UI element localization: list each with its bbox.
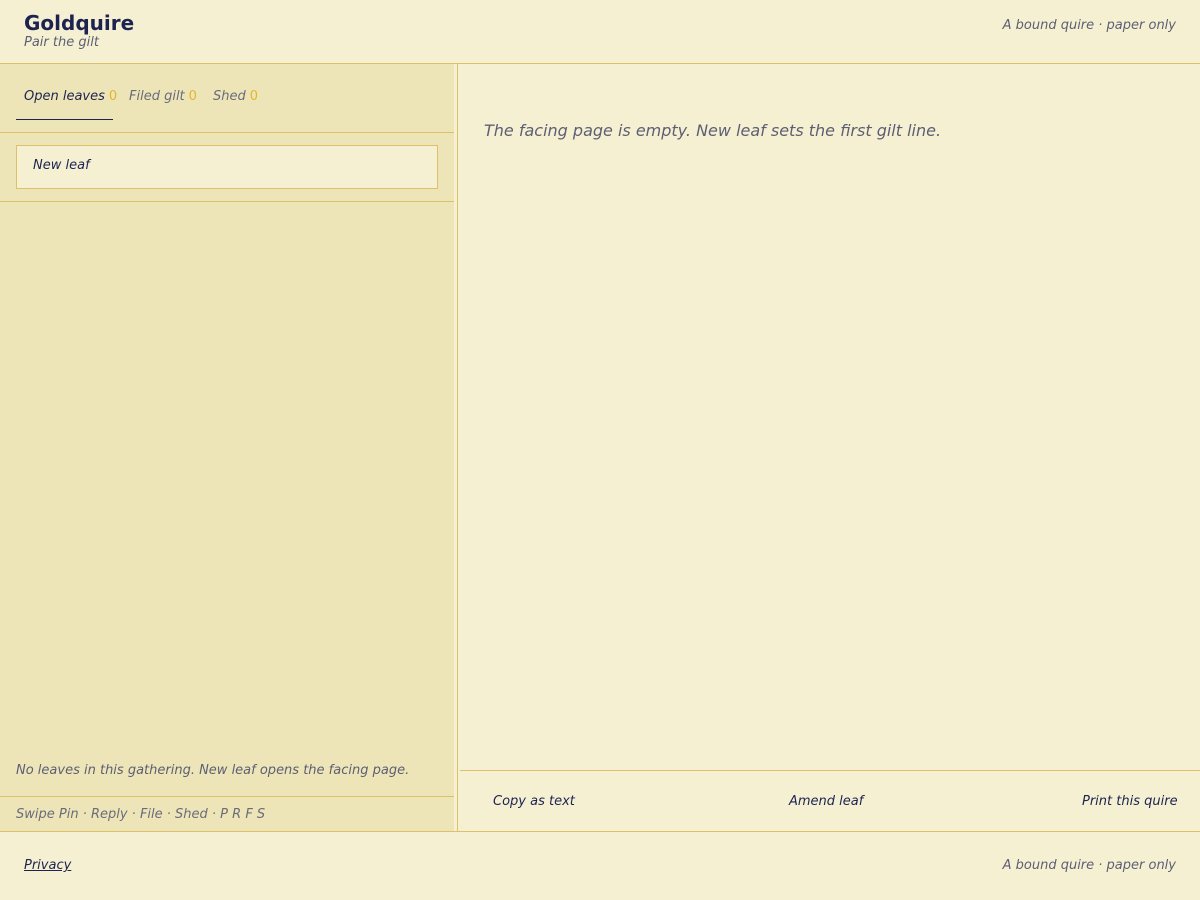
- new-leaf-button[interactable]: New leaf: [16, 145, 438, 189]
- facing-page: The facing page is empty. New leaf sets …: [458, 64, 1200, 831]
- tab-filed-gilt[interactable]: Filed gilt 0: [129, 89, 197, 120]
- tab-shed-count: 0: [249, 89, 259, 104]
- action-bar: Copy as text Amend leaf Print this quire: [460, 770, 1200, 831]
- tab-open-leaves-count: 0: [108, 89, 118, 104]
- leaf-tabs: Open leaves 0 Filed gilt 0 Shed 0: [0, 64, 454, 133]
- app-subtitle: Pair the gilt: [24, 35, 99, 50]
- copy-as-text-button[interactable]: Copy as text: [493, 794, 575, 809]
- tab-open-leaves-label: Open leaves: [24, 89, 105, 104]
- tab-shed-label: Shed: [213, 89, 246, 104]
- tab-filed-gilt-count: 0: [188, 89, 197, 104]
- tab-open-leaves[interactable]: Open leaves 0: [24, 89, 117, 120]
- footer-tagline: A bound quire · paper only: [1002, 858, 1176, 873]
- amend-leaf-button[interactable]: Amend leaf: [789, 794, 863, 809]
- print-quire-button[interactable]: Print this quire: [1082, 794, 1178, 809]
- sidebar-empty-note: No leaves in this gathering. New leaf op…: [16, 763, 410, 778]
- tab-filed-gilt-label: Filed gilt: [129, 89, 185, 104]
- new-leaf-section: New leaf: [0, 133, 454, 202]
- shortcut-hints: Swipe Pin · Reply · File · Shed · P R F …: [0, 796, 454, 831]
- app-footer: Privacy A bound quire · paper only: [0, 831, 1200, 900]
- app-header: Goldquire Pair the gilt A bound quire · …: [0, 0, 1200, 64]
- header-tagline: A bound quire · paper only: [1002, 18, 1176, 33]
- sidebar: Open leaves 0 Filed gilt 0 Shed 0 New leaf …: [0, 64, 454, 831]
- active-tab-indicator: [16, 119, 113, 120]
- app-title: Goldquire: [24, 11, 135, 35]
- facing-page-empty-message: The facing page is empty. New leaf sets …: [484, 121, 942, 140]
- privacy-link[interactable]: Privacy: [24, 858, 71, 873]
- shortcut-hints-text: Swipe Pin · Reply · File · Shed · P R F …: [16, 807, 266, 822]
- tab-shed[interactable]: Shed 0: [213, 89, 258, 120]
